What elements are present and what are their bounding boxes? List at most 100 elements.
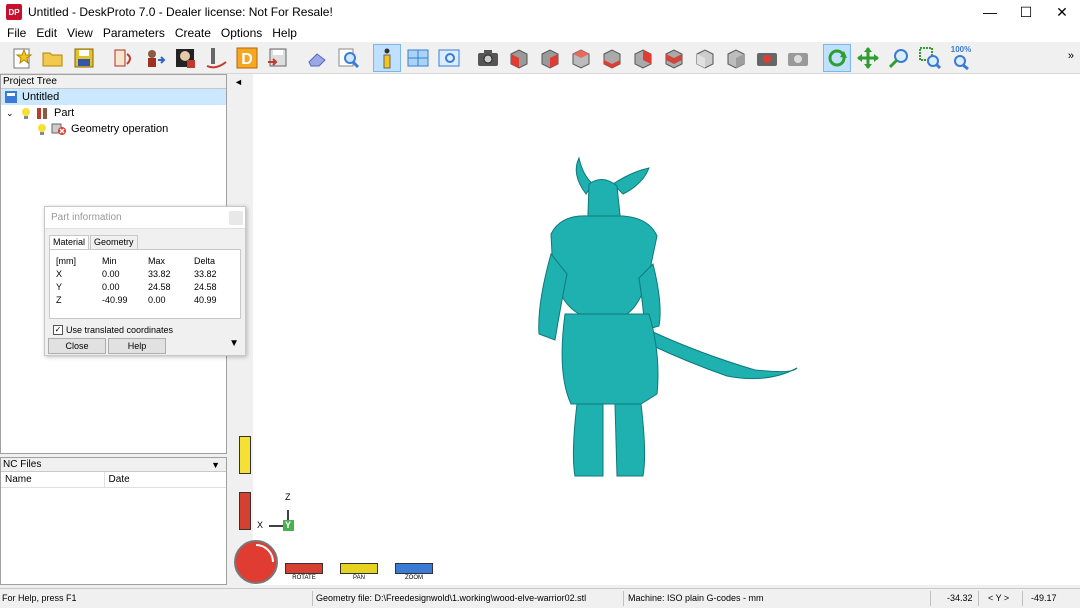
table-cell: Y: [56, 282, 63, 292]
view-iso-1-button[interactable]: [691, 44, 719, 72]
windows-button[interactable]: [404, 44, 432, 72]
tree-item-label: Part: [54, 107, 75, 119]
zoom-window-icon: [919, 46, 942, 69]
floppy-save-icon: [74, 48, 94, 67]
mouse-pan-indicator: [340, 563, 378, 574]
open-project-button[interactable]: [39, 44, 67, 72]
collapse-arrow-icon[interactable]: ◄: [234, 77, 243, 87]
toolbar-overflow-button[interactable]: »: [1068, 50, 1074, 62]
axis-x-label: X: [257, 520, 264, 530]
maximize-button[interactable]: ☐: [1008, 0, 1044, 24]
rotate-part-button[interactable]: [109, 44, 137, 72]
tree-item-project[interactable]: Untitled: [1, 89, 226, 105]
view-left-button[interactable]: [567, 44, 595, 72]
nc-files-panel: NC Files ▼ Name Date: [0, 457, 227, 585]
chevron-down-icon[interactable]: ⌄: [6, 108, 20, 119]
mouse-pan-label: PAN: [353, 575, 365, 581]
eraser-button[interactable]: [303, 44, 331, 72]
zoom-search-button[interactable]: [334, 44, 362, 72]
camera-render-icon: [757, 52, 777, 66]
table-cell: 33.82: [148, 269, 171, 279]
close-window-button[interactable]: ✕: [1044, 0, 1080, 24]
close-button[interactable]: Close: [48, 338, 106, 354]
minimize-button[interactable]: —: [972, 0, 1008, 24]
design-mode-button[interactable]: D: [233, 44, 261, 72]
tree-item-geometry-operation[interactable]: Geometry operation: [1, 121, 226, 137]
tab-geometry[interactable]: Geometry: [90, 235, 138, 249]
view-front-button[interactable]: [505, 44, 533, 72]
zoom-window-button[interactable]: [916, 44, 944, 72]
menu-file[interactable]: File: [2, 26, 31, 40]
menu-edit[interactable]: Edit: [31, 26, 62, 40]
save-geometry-button[interactable]: [264, 44, 292, 72]
3d-model-warrior[interactable]: [531, 154, 811, 484]
menu-create[interactable]: Create: [170, 26, 216, 40]
table-cell: 0.00: [102, 282, 120, 292]
screen-button[interactable]: [435, 44, 463, 72]
dialog-title-bar[interactable]: Part information: [45, 207, 245, 229]
view-right-button[interactable]: [598, 44, 626, 72]
table-cell: 33.82: [194, 269, 217, 279]
table-cell: Z: [56, 295, 62, 305]
tree-item-label: Untitled: [22, 91, 60, 103]
cube-iso-icon: [696, 48, 714, 69]
table-cell: -40.99: [102, 295, 128, 305]
view-top-button[interactable]: [629, 44, 657, 72]
folder-open-icon: [42, 52, 63, 66]
axis-triad: [269, 510, 294, 531]
view-iso-2-button[interactable]: [722, 44, 750, 72]
zoom-100-button[interactable]: 100%: [947, 44, 975, 72]
cube-front-icon: [510, 48, 528, 69]
new-project-button[interactable]: [8, 44, 36, 72]
status-bar: For Help, press F1 Geometry file: D:\Fre…: [0, 588, 1080, 608]
column-header-date[interactable]: Date: [105, 472, 226, 487]
render-options-button[interactable]: [753, 44, 781, 72]
print-button[interactable]: [784, 44, 812, 72]
menu-view[interactable]: View: [62, 26, 98, 40]
status-coord-x: -34.32: [947, 593, 973, 603]
dialog-close-icon[interactable]: [229, 211, 243, 225]
menu-parameters[interactable]: Parameters: [98, 26, 170, 40]
rotate-slider[interactable]: [239, 492, 251, 530]
save-project-button[interactable]: [70, 44, 98, 72]
screen-icon: [438, 49, 460, 66]
pan-slider[interactable]: [239, 436, 251, 474]
table-cell: 0.00: [148, 295, 166, 305]
checkbox-checked-icon[interactable]: ✓: [53, 325, 63, 335]
camera-icon: [478, 49, 498, 66]
column-header-name[interactable]: Name: [1, 472, 105, 487]
rotate-arrows-icon: [828, 49, 847, 66]
status-coord-label: < Y >: [988, 593, 1010, 603]
dropdown-arrow-icon[interactable]: ▼: [211, 458, 220, 472]
project-icon: [5, 91, 17, 103]
nc-files-header: NC Files ▼: [1, 458, 226, 472]
move-part-button[interactable]: [140, 44, 168, 72]
view-back-button[interactable]: [536, 44, 564, 72]
tree-item-part[interactable]: ⌄ Part: [1, 105, 226, 121]
table-header: Delta: [194, 256, 216, 266]
menu-options[interactable]: Options: [216, 26, 267, 40]
axis-z-label: Z: [285, 492, 291, 502]
info-button[interactable]: [373, 43, 401, 72]
help-button[interactable]: Help: [108, 338, 166, 354]
table-header: Min: [102, 256, 117, 266]
cut-part-button[interactable]: [202, 44, 230, 72]
tab-material[interactable]: Material: [49, 235, 90, 249]
zoom-tool-button[interactable]: [885, 44, 913, 72]
rotate-dial[interactable]: [233, 539, 279, 585]
title-bar: DP Untitled - DeskProto 7.0 - Dealer lic…: [0, 0, 1080, 24]
rotate-tool-button[interactable]: [823, 43, 851, 72]
menu-help[interactable]: Help: [267, 26, 302, 40]
scale-part-button[interactable]: [171, 44, 199, 72]
zoom-in-icon: [888, 48, 908, 68]
camera-button[interactable]: [474, 44, 502, 72]
expand-arrow-icon[interactable]: ▼: [229, 338, 239, 349]
window-grid-icon: [407, 49, 429, 66]
pan-tool-button[interactable]: [854, 44, 882, 72]
view-bottom-button[interactable]: [660, 44, 688, 72]
translated-coordinates-checkbox[interactable]: ✓ Use translated coordinates: [53, 325, 245, 335]
zoom-100-label: 100%: [950, 44, 972, 54]
3d-viewport[interactable]: ◄ Z X Y ROTATE PAN ZOOM: [231, 74, 1080, 585]
cube-top-icon: [634, 48, 652, 69]
table-cell: X: [56, 269, 63, 279]
